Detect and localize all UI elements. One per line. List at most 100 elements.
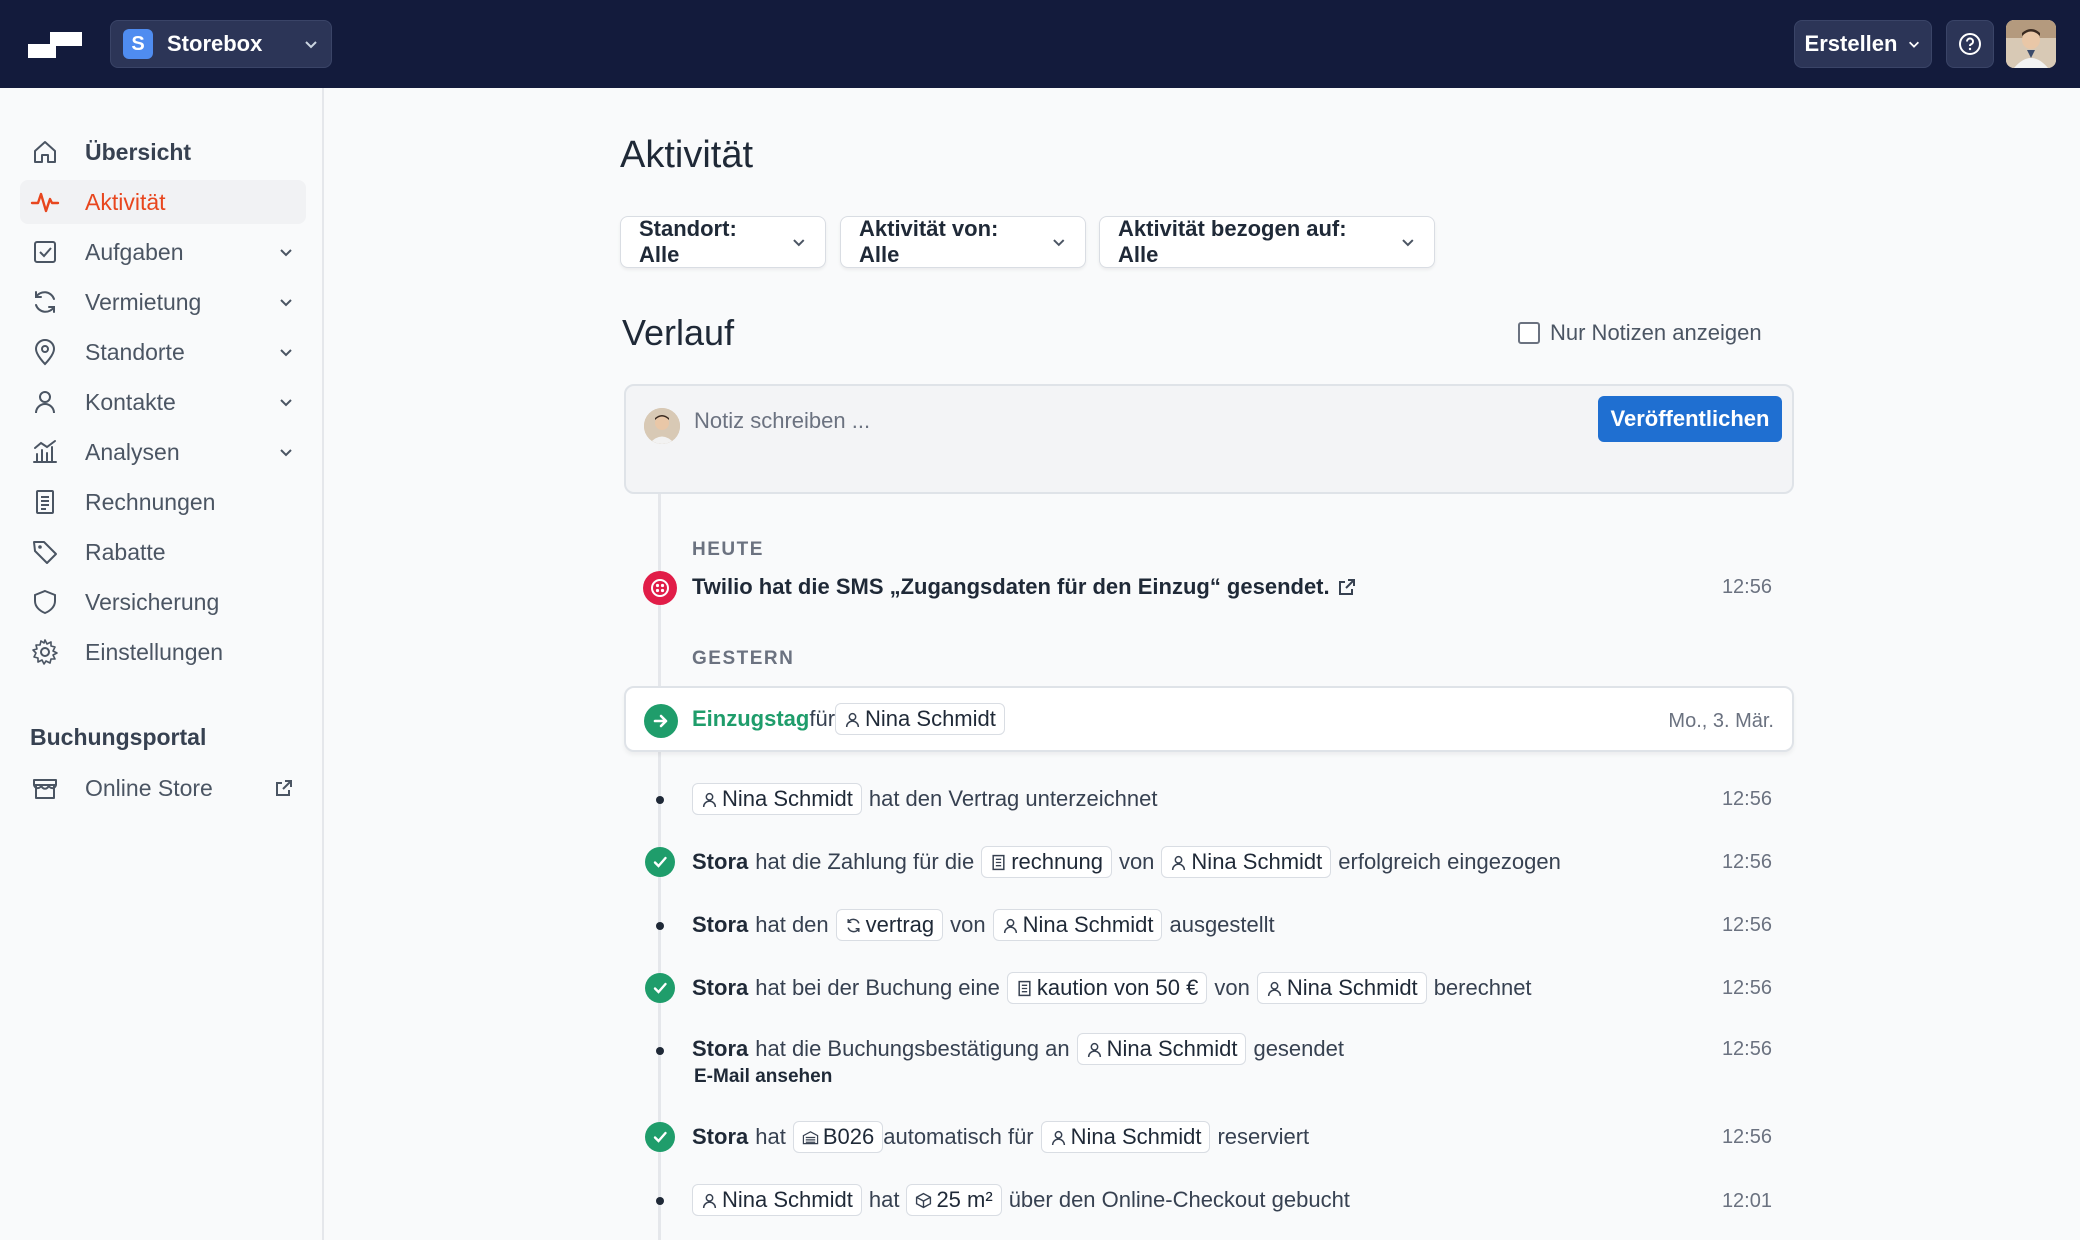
contact-chip[interactable]: Nina Schmidt [692, 1184, 862, 1216]
contact-name: Nina Schmidt [1106, 1036, 1238, 1061]
sidebar-item-overview[interactable]: Übersicht [20, 130, 306, 174]
tag-icon [33, 541, 57, 564]
note-composer[interactable]: Notiz schreiben ... Veröffentlichen [624, 384, 1794, 494]
event-text: Twilio hat die SMS „Zugangsdaten für den… [692, 574, 1330, 599]
filter-activity-by[interactable]: Aktivität von: Alle [840, 216, 1086, 268]
event-actor: Stora [692, 975, 749, 1000]
chevron-down-icon [1402, 239, 1414, 247]
contact-chip[interactable]: Nina Schmidt [1076, 1033, 1247, 1065]
user-avatar[interactable] [2006, 20, 2056, 68]
chevron-down-icon [280, 449, 292, 457]
contact-name: Nina Schmidt [1022, 912, 1154, 937]
day-label-today: HEUTE [692, 539, 764, 560]
contact-chip[interactable]: Nina Schmidt [1256, 972, 1427, 1004]
timeline-event-unit-reserved: Stora hat B026 automatisch für Nina Schm… [692, 1121, 1309, 1153]
contact-name: Nina Schmidt [865, 706, 996, 731]
invoice-chip[interactable]: rechnung [981, 846, 1112, 878]
event-text: hat die Buchungsbestätigung an [755, 1036, 1070, 1061]
activity-pulse-icon [30, 192, 60, 213]
invoice-icon [992, 854, 1005, 870]
sidebar-item-activity[interactable]: Aktivität [20, 180, 306, 224]
event-actor: Stora [692, 912, 749, 937]
twilio-icon [643, 571, 677, 605]
create-button[interactable]: Erstellen [1794, 20, 1932, 68]
workspace-badge: S [123, 29, 153, 59]
chip-label: rechnung [1011, 849, 1103, 874]
event-text: hat die Zahlung für die [755, 849, 975, 874]
filter-label: Aktivität bezogen auf: Alle [1118, 216, 1347, 267]
event-time: 12:56 [1721, 576, 1772, 598]
sidebar-item-invoices[interactable]: Rechnungen [20, 480, 306, 524]
notes-only-toggle[interactable]: Nur Notizen anzeigen [1518, 320, 1762, 346]
contact-chip[interactable]: Nina Schmidt [1161, 846, 1332, 878]
stora-logo[interactable] [28, 30, 82, 60]
publish-button[interactable]: Veröffentlichen [1598, 396, 1782, 442]
contact-chip[interactable]: Nina Schmidt [692, 783, 862, 815]
sidebar-item-settings[interactable]: Einstellungen [20, 630, 306, 674]
sidebar-item-label: Online Store [85, 774, 213, 801]
sidebar-item-insurance[interactable]: Versicherung [20, 580, 306, 624]
event-text: gesendet [1253, 1036, 1344, 1061]
contact-chip[interactable]: Nina Schmidt [992, 909, 1163, 941]
top-bar: S Storebox Erstellen [0, 0, 2080, 88]
unit-size-chip[interactable]: 25 m² [906, 1184, 1002, 1216]
chip-label: vertrag [865, 912, 935, 937]
contact-chip[interactable]: Nina Schmidt [835, 703, 1005, 735]
event-text: hat [755, 1124, 786, 1149]
sidebar-item-contacts[interactable]: Kontakte [20, 380, 306, 424]
chip-label: B026 [822, 1124, 875, 1149]
move-in-day-card[interactable]: Einzugstag für Nina Schmidt Mo., 3. Mär. [624, 686, 1794, 752]
event-text: reserviert [1217, 1124, 1310, 1149]
user-icon [1267, 981, 1281, 996]
sidebar-item-analytics[interactable]: Analysen [20, 430, 306, 474]
sidebar-item-tasks[interactable]: Aufgaben [20, 230, 306, 274]
contact-chip[interactable]: Nina Schmidt [1040, 1121, 1211, 1153]
move-in-day-for: für [809, 706, 836, 731]
filter-activity-related[interactable]: Aktivität bezogen auf: Alle [1099, 216, 1435, 268]
deposit-chip[interactable]: kaution von 50 € [1006, 972, 1208, 1004]
sidebar-item-discounts[interactable]: Rabatte [20, 530, 306, 574]
workspace-switcher[interactable]: S Storebox [110, 20, 332, 68]
event-text: von [1118, 849, 1155, 874]
unit-chip[interactable]: B026 [792, 1121, 884, 1153]
external-link-icon[interactable] [1337, 577, 1357, 597]
sidebar-item-online-store[interactable]: Online Store [20, 766, 306, 810]
help-icon [1959, 33, 1981, 55]
sidebar-item-label: Aufgaben [85, 238, 184, 265]
event-time: 12:56 [1721, 977, 1772, 999]
filter-location[interactable]: Standort: Alle [620, 216, 826, 268]
event-text: ausgestellt [1169, 912, 1275, 937]
sidebar-section-title: Buchungsportal [30, 724, 207, 750]
event-time: 12:56 [1721, 788, 1772, 810]
contract-chip[interactable]: vertrag [835, 909, 944, 941]
help-button[interactable] [1946, 20, 1994, 68]
timeline-dot [656, 1197, 664, 1205]
sidebar-item-label: Rabatte [85, 538, 166, 565]
view-email-link[interactable]: E-Mail ansehen [694, 1066, 832, 1088]
day-label-yesterday: GESTERN [692, 648, 795, 669]
event-text: hat bei der Buchung eine [755, 975, 1000, 1000]
user-icon [35, 391, 55, 414]
event-text: erfolgreich eingezogen [1338, 849, 1561, 874]
sidebar-item-label: Vermietung [85, 288, 202, 315]
box-icon [916, 1192, 932, 1208]
chevron-down-icon [280, 249, 292, 257]
event-text: von [1214, 975, 1250, 1000]
contact-name: Nina Schmidt [722, 786, 853, 811]
filter-label: Standort: Alle [639, 216, 737, 267]
timeline-dot [656, 1047, 664, 1055]
sidebar-item-rental[interactable]: Vermietung [20, 280, 306, 324]
gear-icon [32, 639, 58, 665]
sidebar-item-label: Versicherung [85, 588, 220, 615]
chip-label: kaution von 50 € [1036, 975, 1199, 1000]
invoice-icon [1018, 980, 1031, 996]
move-in-day-date: Mo., 3. Mär. [1668, 710, 1774, 732]
check-circle-icon [645, 973, 675, 1003]
note-input[interactable]: Notiz schreiben ... [694, 408, 870, 434]
user-icon [1172, 855, 1186, 870]
user-icon [1051, 1130, 1065, 1145]
check-circle-icon [645, 1122, 675, 1152]
sidebar-item-locations[interactable]: Standorte [20, 330, 306, 374]
user-icon [1003, 918, 1017, 933]
notes-only-checkbox[interactable] [1518, 322, 1540, 344]
